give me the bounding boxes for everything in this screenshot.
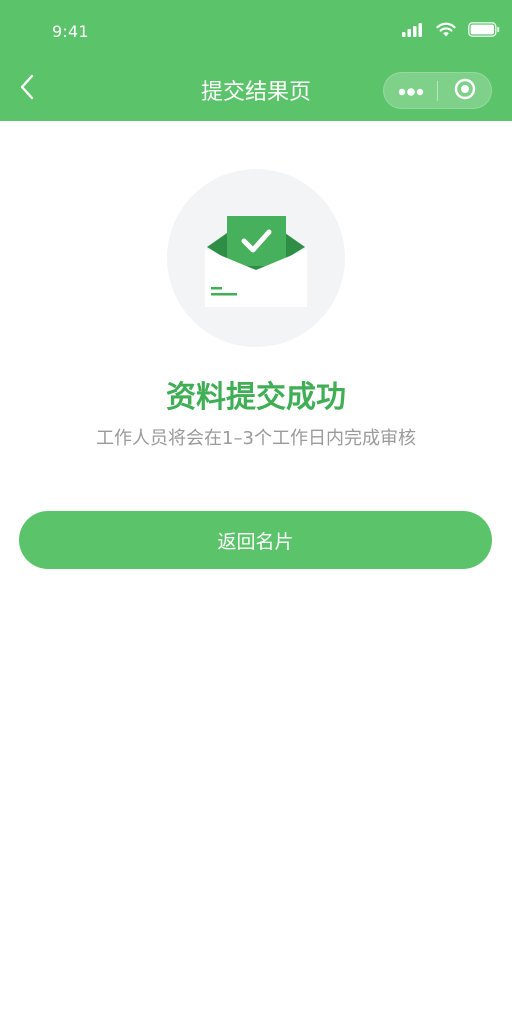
more-dots-icon bbox=[398, 81, 424, 100]
result-page: 9:41 提交结果页 资料提交成功 工作人员将会在1–3个工作日内完成审核 返回… bbox=[0, 0, 512, 1018]
wifi-icon bbox=[436, 22, 456, 41]
status-icons bbox=[402, 22, 500, 41]
result-description: 工作人员将会在1–3个工作日内完成审核 bbox=[96, 428, 416, 449]
back-to-card-button[interactable]: 返回名片 bbox=[19, 511, 492, 569]
mini-program-capsule bbox=[383, 72, 492, 109]
status-time: 9:41 bbox=[52, 22, 89, 41]
status-bar: 9:41 bbox=[0, 0, 512, 62]
close-button[interactable] bbox=[438, 73, 491, 108]
nav-bar: 提交结果页 bbox=[0, 62, 512, 121]
result-title: 资料提交成功 bbox=[166, 380, 346, 415]
header: 9:41 提交结果页 bbox=[0, 0, 512, 121]
envelope-check-icon bbox=[167, 169, 345, 347]
battery-icon bbox=[468, 22, 500, 41]
target-circle-icon bbox=[454, 78, 476, 104]
signal-icon bbox=[402, 22, 424, 41]
more-button[interactable] bbox=[384, 73, 437, 108]
